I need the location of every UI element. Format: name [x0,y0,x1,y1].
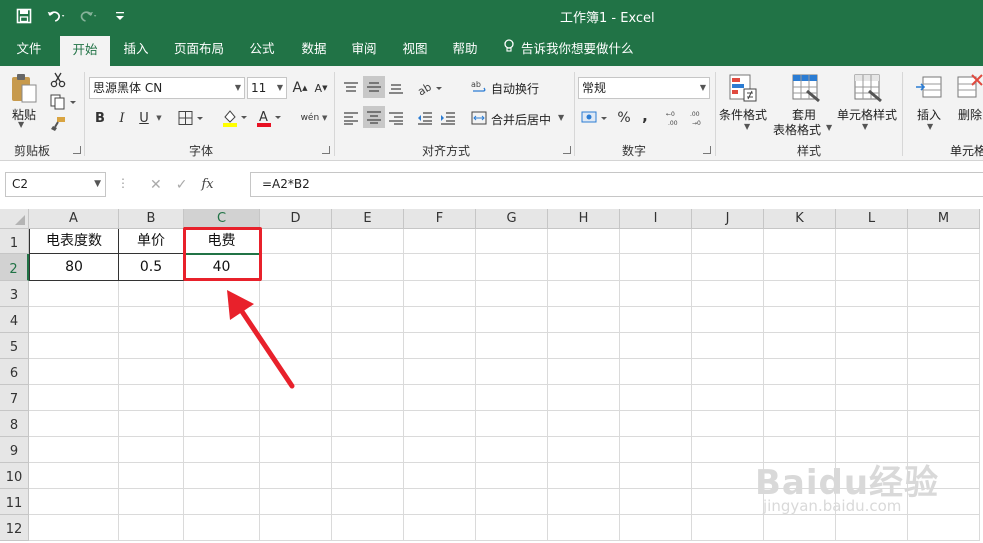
watermark: Baidu经验 jingyan.baidu.com [755,455,939,515]
watermark-url: jingyan.baidu.com [763,497,902,515]
excel-window: 工作簿1 - Excel 文件 开始 插入 页面布局 公式 数据 审阅 视图 帮… [0,0,983,543]
